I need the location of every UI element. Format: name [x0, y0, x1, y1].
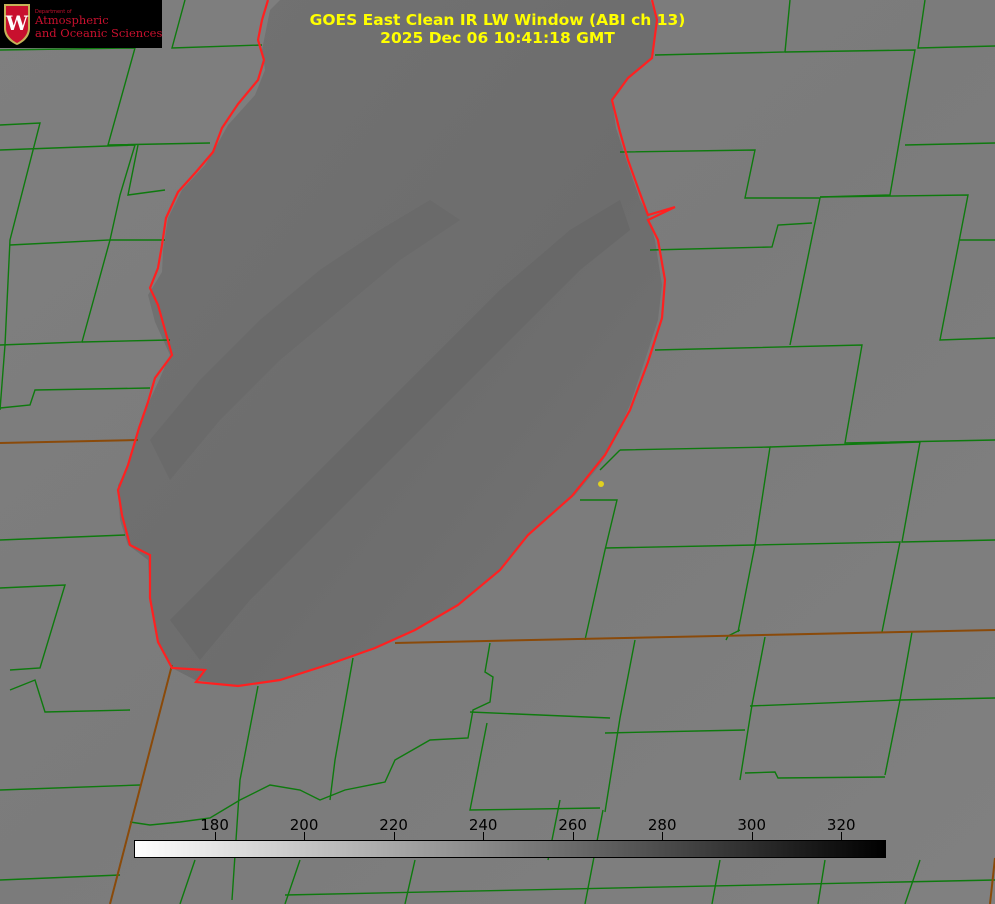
- colorbar-tick-label: 300: [737, 816, 767, 834]
- image-timestamp: 2025 Dec 06 10:41:18 GMT: [380, 29, 615, 47]
- satellite-map: [0, 0, 995, 904]
- colorbar-tick-label: 320: [826, 816, 856, 834]
- image-title: GOES East Clean IR LW Window (ABI ch 13): [309, 11, 686, 29]
- colorbar-tick-label: 280: [647, 816, 677, 834]
- colorbar-tick-label: 180: [200, 816, 229, 834]
- satellite-image-viewer: W Department of Atmospheric and Oceanic …: [0, 0, 995, 904]
- colorbar-tick-label: 240: [468, 816, 498, 834]
- colorbar-tick-label: 260: [558, 816, 587, 834]
- temperature-colorbar: [134, 840, 886, 858]
- station-marker: [598, 481, 604, 487]
- colorbar-tick-label: 200: [289, 816, 319, 834]
- colorbar-tick-label: 220: [379, 816, 408, 834]
